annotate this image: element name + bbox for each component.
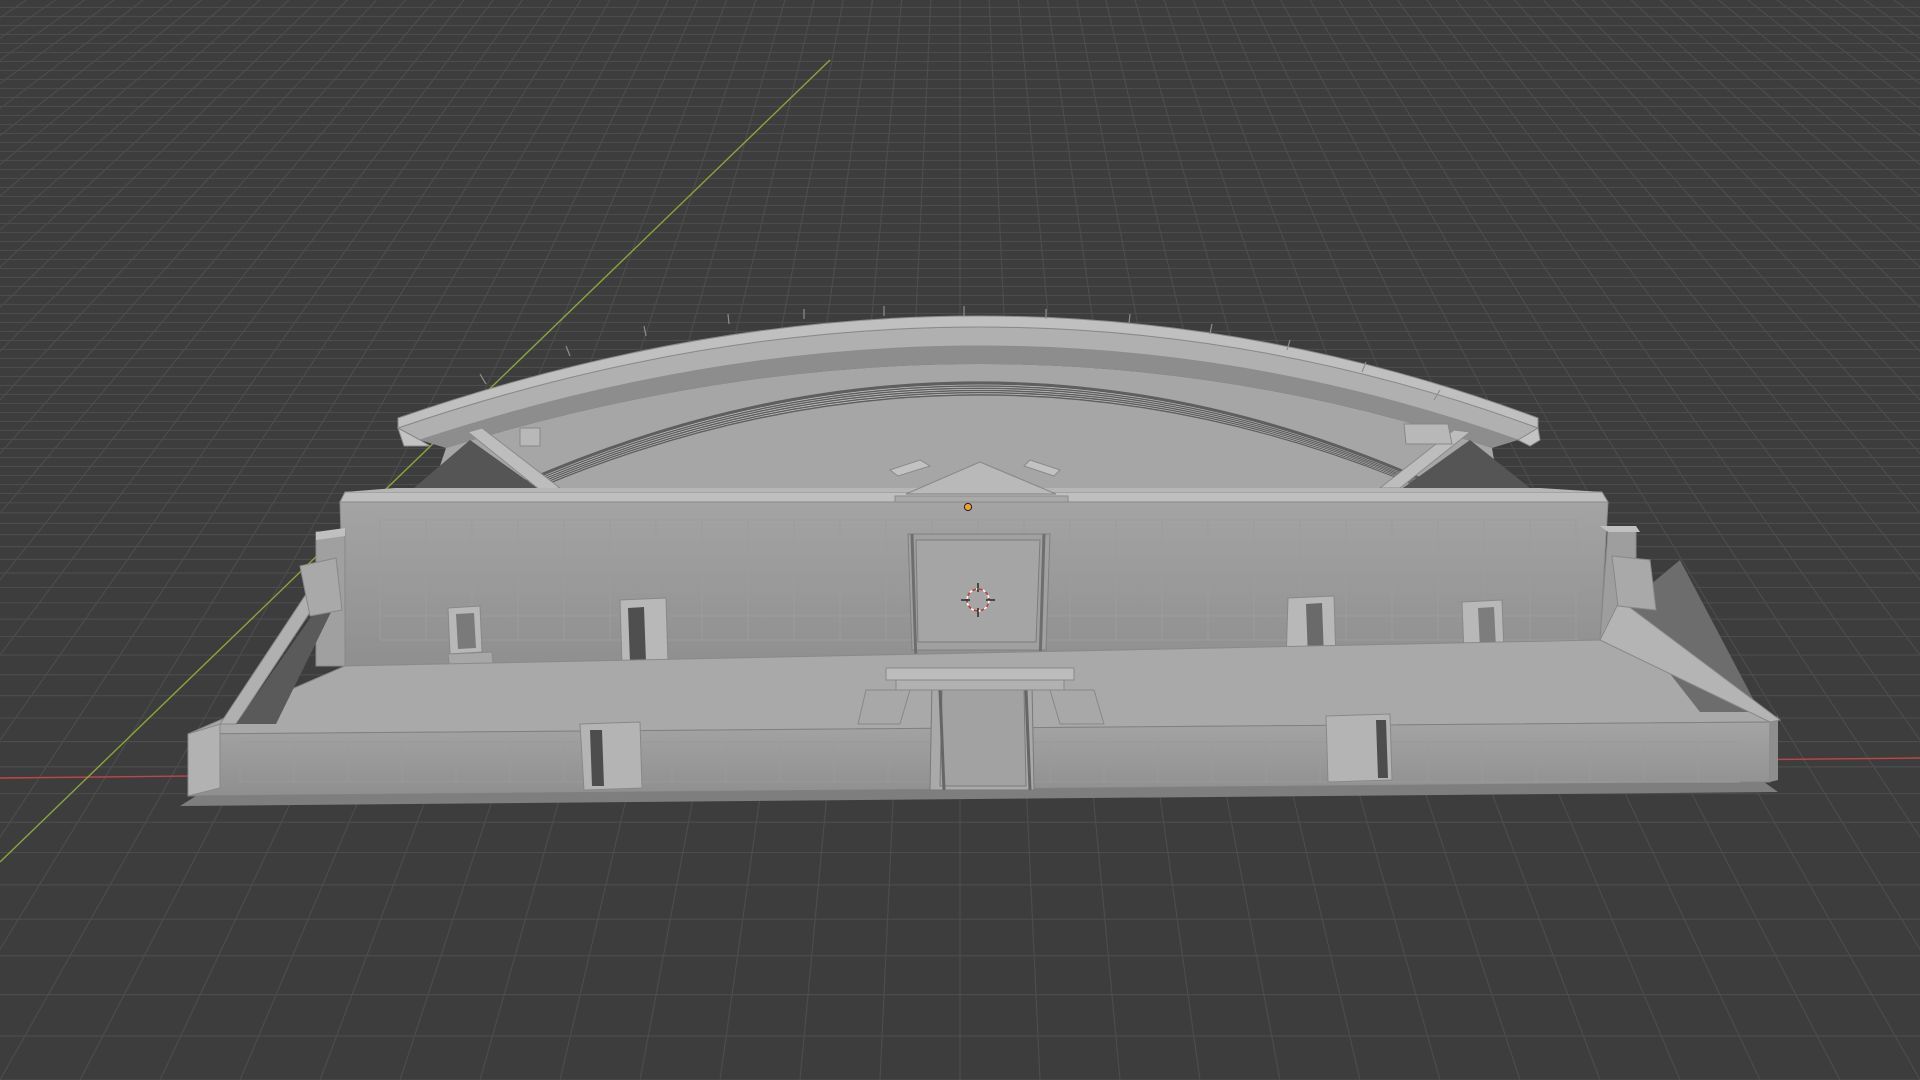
viewport-canvas[interactable] [0, 0, 1920, 1080]
right-side-tower [1611, 555, 1657, 611]
right-corner-block [1403, 423, 1453, 445]
stage-door-right [1325, 713, 1393, 783]
3d-viewport[interactable] [0, 0, 1920, 1080]
stage-left-end [187, 723, 221, 797]
stage-door-center [929, 683, 1035, 791]
stage-right-end [1770, 716, 1778, 782]
stage-door-left [579, 721, 643, 791]
left-corner-block [519, 427, 541, 447]
origin-dot-icon[interactable] [963, 502, 973, 512]
